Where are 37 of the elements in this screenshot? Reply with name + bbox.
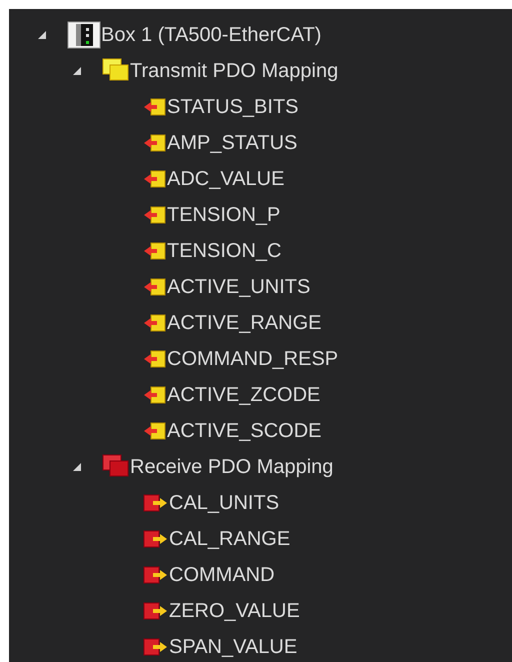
output-variable-icon xyxy=(143,530,169,548)
output-variable-icon xyxy=(143,638,169,656)
tree-item-label[interactable]: SPAN_VALUE xyxy=(169,632,298,662)
input-variable-icon xyxy=(143,386,167,404)
tree-item-label[interactable]: AMP_STATUS xyxy=(167,128,298,158)
tree-item-label[interactable]: COMMAND xyxy=(169,560,275,590)
device-icon xyxy=(67,21,101,49)
tree-item-label[interactable]: STATUS_BITS xyxy=(167,92,299,122)
tree-item-label[interactable]: CAL_UNITS xyxy=(169,488,280,518)
tree-item-label[interactable]: ACTIVE_ZCODE xyxy=(167,380,320,410)
input-variable-icon xyxy=(143,134,167,152)
tree-item-label[interactable]: ACTIVE_UNITS xyxy=(167,272,310,302)
tree-item-label[interactable]: Transmit PDO Mapping xyxy=(130,56,338,86)
tree-item-label[interactable]: COMMAND_RESP xyxy=(167,344,338,374)
input-variable-icon xyxy=(143,242,167,260)
tree-item-label[interactable]: ACTIVE_SCODE xyxy=(167,416,322,446)
tree-item-label[interactable]: ADC_VALUE xyxy=(167,164,284,194)
tree-item-label[interactable]: TENSION_P xyxy=(167,200,280,230)
tree-item-label[interactable]: CAL_RANGE xyxy=(169,524,290,554)
input-variable-icon xyxy=(143,170,167,188)
tree-item-label[interactable]: TENSION_C xyxy=(167,236,282,266)
tree-item-label[interactable]: ZERO_VALUE xyxy=(169,596,300,626)
output-variable-icon xyxy=(143,494,169,512)
expanded-arrow-icon[interactable] xyxy=(72,66,82,76)
output-variable-icon xyxy=(143,602,169,620)
tree-item-label[interactable]: ACTIVE_RANGE xyxy=(167,308,322,338)
input-variable-icon xyxy=(143,278,167,296)
expanded-arrow-icon[interactable] xyxy=(72,462,82,472)
input-variable-icon xyxy=(143,350,167,368)
input-variable-icon xyxy=(143,98,167,116)
expanded-arrow-icon[interactable] xyxy=(37,30,47,40)
input-variable-icon xyxy=(143,314,167,332)
tree-item-label[interactable]: Box 1 (TA500-EtherCAT) xyxy=(101,20,322,50)
tree-item-label[interactable]: Receive PDO Mapping xyxy=(130,452,334,482)
input-variable-icon xyxy=(143,422,167,440)
output-variable-icon xyxy=(143,566,169,584)
input-variable-icon xyxy=(143,206,167,224)
